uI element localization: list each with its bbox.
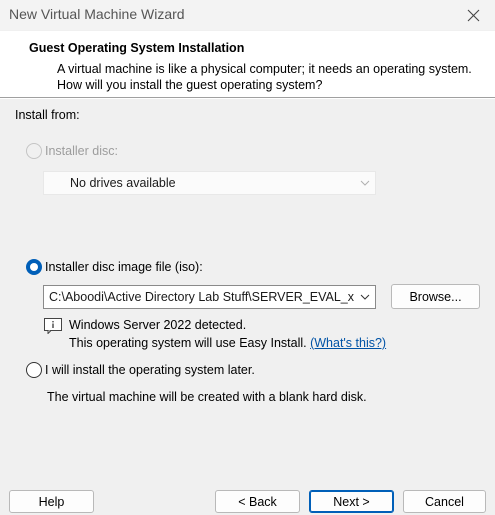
page-title: Guest Operating System Installation	[29, 41, 245, 55]
info-icon	[44, 318, 62, 334]
installer-disc-dropdown-value: No drives available	[70, 176, 176, 190]
whats-this-link[interactable]: (What's this?)	[310, 336, 386, 350]
radio-iso-file[interactable]	[26, 259, 42, 275]
cancel-button[interactable]: Cancel	[403, 490, 486, 513]
window-title: New Virtual Machine Wizard	[9, 6, 185, 22]
radio-install-later[interactable]	[26, 362, 42, 378]
back-button[interactable]: < Back	[215, 490, 300, 513]
title-bar: New Virtual Machine Wizard	[0, 0, 495, 30]
wizard-window: New Virtual Machine Wizard Guest Operati…	[0, 0, 495, 515]
next-button[interactable]: Next >	[309, 490, 394, 513]
radio-installer-disc[interactable]	[26, 143, 42, 159]
install-from-label: Install from:	[15, 108, 80, 122]
installer-disc-dropdown[interactable]: No drives available	[43, 171, 376, 195]
page-description: A virtual machine is like a physical com…	[57, 62, 472, 92]
header-divider-highlight	[0, 98, 495, 99]
iso-path-combobox[interactable]: C:\Aboodi\Active Directory Lab Stuff\SER…	[43, 285, 376, 309]
iso-file-label: Installer disc image file (iso):	[45, 260, 203, 274]
easy-install-message: This operating system will use Easy Inst…	[69, 336, 307, 350]
help-button[interactable]: Help	[9, 490, 94, 513]
install-later-description: The virtual machine will be created with…	[47, 390, 367, 404]
close-button[interactable]	[451, 0, 495, 30]
os-detected-text: Windows Server 2022 detected.	[69, 318, 247, 332]
chevron-down-icon	[360, 180, 370, 186]
close-icon	[467, 9, 479, 21]
iso-path-value[interactable]: C:\Aboodi\Active Directory Lab Stuff\SER…	[49, 290, 354, 304]
browse-button[interactable]: Browse...	[391, 284, 480, 309]
easy-install-text: This operating system will use Easy Inst…	[69, 336, 386, 350]
installer-disc-label: Installer disc:	[45, 144, 118, 158]
chevron-down-icon	[360, 294, 370, 300]
install-later-label: I will install the operating system late…	[45, 363, 255, 377]
wizard-header: Guest Operating System Installation A vi…	[0, 31, 495, 97]
